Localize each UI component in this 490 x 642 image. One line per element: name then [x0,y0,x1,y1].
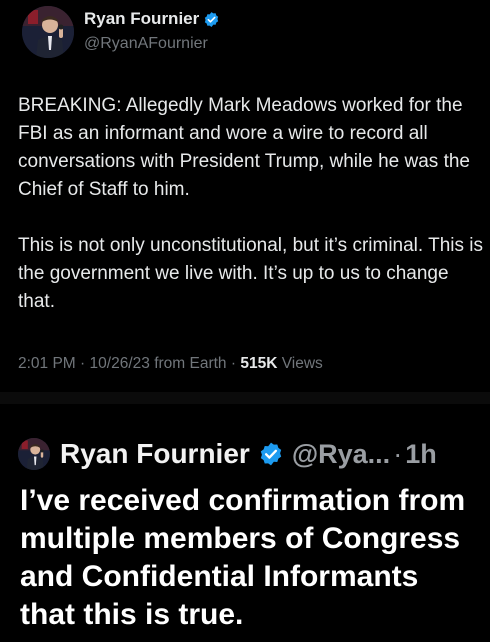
avatar-photo-icon [22,6,74,58]
tweet-source: from Earth [154,355,227,372]
meta-separator: · [393,438,403,469]
meta-separator: · [80,355,86,372]
tweet-time[interactable]: 1h [405,439,437,470]
screenshot-divider [0,392,490,404]
tweet-paragraph: This is not only unconstitutional, but i… [18,235,483,312]
tweet-main: Ryan Fournier @RyanAFournier BREAKING: A… [0,0,490,392]
verified-badge-icon [260,442,281,466]
views-count[interactable]: 515K [240,355,277,372]
tweet-paragraph: BREAKING: Allegedly Mark Meadows worked … [18,95,470,200]
author-name[interactable]: Ryan Fournier [84,9,199,29]
tweet-time[interactable]: 2:01 PM [18,355,76,372]
author-name-row[interactable]: Ryan Fournier [84,9,220,29]
avatar-photo-icon [18,438,50,470]
tweet-date[interactable]: 10/26/23 [90,355,150,372]
tweet-meta: 2:01 PM · 10/26/23 from Earth · 515K Vie… [18,355,323,373]
tweet-text: I’ve received confirmation from multiple… [20,484,466,631]
author-handle[interactable]: @Rya... [292,439,390,470]
verified-badge-icon [205,11,219,27]
tweet-followup: Ryan Fournier @Rya... · 1h I’ve received… [0,404,490,642]
meta-separator: · [230,355,237,372]
author-name[interactable]: Ryan Fournier [60,438,250,470]
author-handle[interactable]: @RyanAFournier [84,35,208,53]
views-label: Views [281,355,323,372]
avatar[interactable] [22,6,74,58]
author-row: Ryan Fournier @Rya... · 1h [18,438,437,470]
avatar[interactable] [18,438,50,470]
tweet-text: BREAKING: Allegedly Mark Meadows worked … [18,92,486,344]
